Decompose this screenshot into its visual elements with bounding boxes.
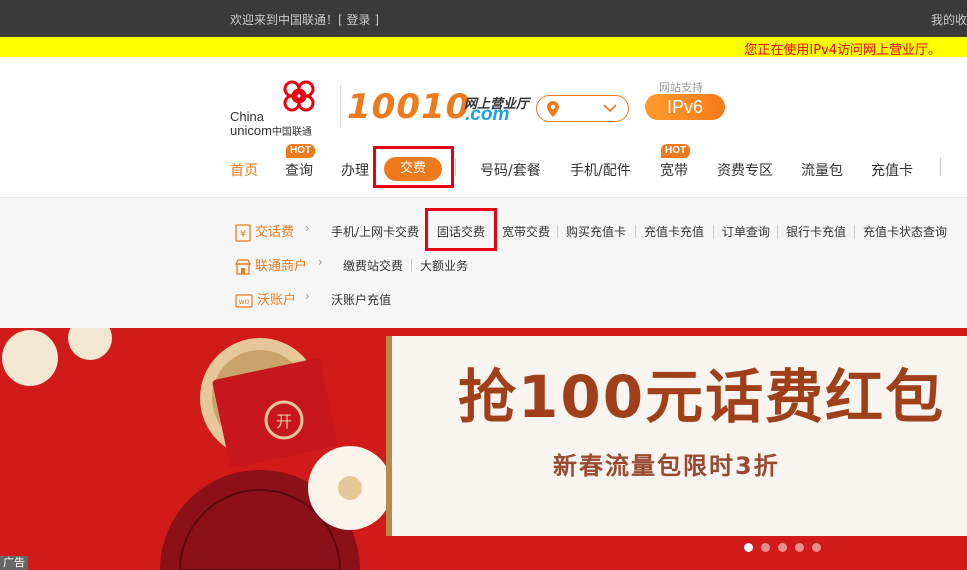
link-separator — [635, 225, 636, 238]
link-landline-pay[interactable]: 固话交费 — [437, 223, 485, 240]
link-buy-card[interactable]: 购买充值卡 — [566, 223, 626, 240]
nav-pay[interactable]: 交费 — [384, 157, 442, 181]
chevron-right-icon: › — [305, 221, 310, 235]
location-selector[interactable] — [536, 95, 629, 122]
link-separator — [777, 225, 778, 238]
china-unicom-logo[interactable]: China unicom中国联通 — [230, 77, 330, 139]
festive-decor-image: 开 — [2, 328, 392, 570]
ipv4-notice-bar: 您正在使用IPv4访问网上营业厅。 — [0, 37, 967, 58]
link-large-business[interactable]: 大额业务 — [420, 257, 468, 274]
chevron-right-icon: › — [305, 289, 310, 303]
chevron-right-icon: › — [318, 255, 323, 269]
carousel-dot[interactable] — [761, 543, 770, 552]
link-separator — [854, 225, 855, 238]
logo-unicom: unicom中国联通 — [230, 124, 312, 139]
dropdown-row-phone-fee: ¥ 交话费 › 手机/上网卡交费 固话交费 宽带交费 购买充值卡 充值卡充值 订… — [0, 208, 967, 251]
banner-subtitle: 新春流量包限时3折 — [553, 452, 780, 480]
svg-text:¥: ¥ — [240, 229, 246, 240]
envelope-text: 开 — [276, 412, 292, 431]
carousel-dot[interactable] — [812, 543, 821, 552]
carousel-dot[interactable] — [744, 543, 753, 552]
link-wo-recharge[interactable]: 沃账户充值 — [331, 291, 391, 308]
brand-com: .com — [465, 104, 510, 125]
nav-broadband[interactable]: 宽带 — [660, 160, 688, 180]
link-separator — [713, 225, 714, 238]
unicom-knot-icon — [283, 80, 315, 112]
link-bank-card-recharge[interactable]: 银行卡充值 — [786, 223, 846, 240]
top-bar: 欢迎来到中国联通！[ 登录 ] 我的收 — [0, 0, 967, 37]
nav-phone-accessories[interactable]: 手机/配件 — [570, 160, 631, 180]
link-order-query[interactable]: 订单查询 — [722, 223, 770, 240]
link-card-recharge[interactable]: 充值卡充值 — [644, 223, 704, 240]
shop-icon — [235, 258, 251, 275]
header: China unicom中国联通 10010 网上营业厅 .com 网站支持 I… — [0, 57, 967, 197]
nav-home[interactable]: 首页 — [230, 160, 258, 180]
nav-number-plan[interactable]: 号码/套餐 — [480, 160, 541, 180]
logo-divider — [340, 85, 341, 127]
yuan-doc-icon: ¥ — [235, 223, 251, 242]
link-pay-station[interactable]: 缴费站交费 — [343, 257, 403, 274]
link-broadband-pay[interactable]: 宽带交费 — [502, 223, 550, 240]
link-card-status-query[interactable]: 充值卡状态查询 — [863, 223, 947, 240]
carousel-dots — [740, 537, 825, 556]
link-separator — [411, 259, 412, 272]
banner-headline: 抢100元话费红包 — [458, 363, 946, 431]
my-favorites-link[interactable]: 我的收 — [931, 11, 967, 28]
welcome-text: 欢迎来到中国联通！[ 登录 ] — [230, 11, 379, 28]
carousel-dot[interactable] — [778, 543, 787, 552]
hot-badge-query: HOT — [286, 144, 316, 158]
welcome-label: 欢迎来到中国联通！ — [230, 13, 339, 27]
promo-banner[interactable]: 开 抢100元话费红包 新春流量包限时3折 广告 — [0, 328, 967, 570]
link-mobile-pay[interactable]: 手机/上网卡交费 — [331, 223, 419, 240]
brand-number: 10010 — [347, 87, 471, 127]
logo-china: China — [230, 109, 264, 124]
nav-separator — [940, 158, 941, 176]
category-merchant-label: 联通商户 — [255, 259, 308, 274]
ipv6-caption: 网站支持 — [659, 81, 703, 94]
main-nav: 首页 HOT 查询 办理 交费 号码/套餐 手机/配件 HOT 宽带 资费专区 … — [0, 144, 967, 192]
carousel-dot[interactable] — [795, 543, 804, 552]
category-wo-account[interactable]: WO 沃账户 — [235, 289, 296, 308]
svg-text:WO: WO — [239, 299, 250, 306]
category-phone-fee[interactable]: ¥ 交话费 — [235, 221, 294, 242]
nav-recharge-card[interactable]: 充值卡 — [871, 160, 913, 180]
wallet-icon: WO — [235, 293, 253, 308]
nav-traffic-pack[interactable]: 流量包 — [801, 160, 843, 180]
chevron-down-icon — [603, 104, 617, 113]
ipv4-notice-text: 您正在使用IPv4访问网上营业厅。 — [744, 43, 941, 58]
ad-label: 广告 — [0, 556, 28, 570]
nav-handle[interactable]: 办理 — [341, 160, 369, 180]
ipv6-support-badge: 网站支持 IPv6 — [641, 77, 726, 127]
category-merchant[interactable]: 联通商户 — [235, 255, 307, 275]
link-separator — [557, 225, 558, 238]
brand-10010[interactable]: 10010 网上营业厅 .com — [347, 87, 529, 127]
nav-tariff[interactable]: 资费专区 — [717, 160, 773, 180]
category-phone-fee-label: 交话费 — [255, 225, 295, 240]
dropdown-row-wo-account: WO 沃账户 › 沃账户充值 — [0, 287, 967, 309]
location-pin-icon — [547, 101, 559, 117]
ipv6-label: IPv6 — [645, 94, 725, 120]
nav-query[interactable]: 查询 — [285, 160, 313, 180]
dropdown-row-merchant: 联通商户 › 缴费站交费 大额业务 — [0, 253, 967, 275]
logo-unicom-cn: 中国联通 — [271, 127, 312, 138]
pay-dropdown-menu: ¥ 交话费 › 手机/上网卡交费 固话交费 宽带交费 购买充值卡 充值卡充值 订… — [0, 197, 967, 328]
category-wo-account-label: 沃账户 — [257, 293, 297, 308]
login-link[interactable]: [ 登录 ] — [338, 13, 379, 27]
logo-unicom-en: unicom — [230, 123, 272, 138]
nav-separator — [455, 158, 456, 176]
hot-badge-broadband: HOT — [661, 144, 691, 158]
